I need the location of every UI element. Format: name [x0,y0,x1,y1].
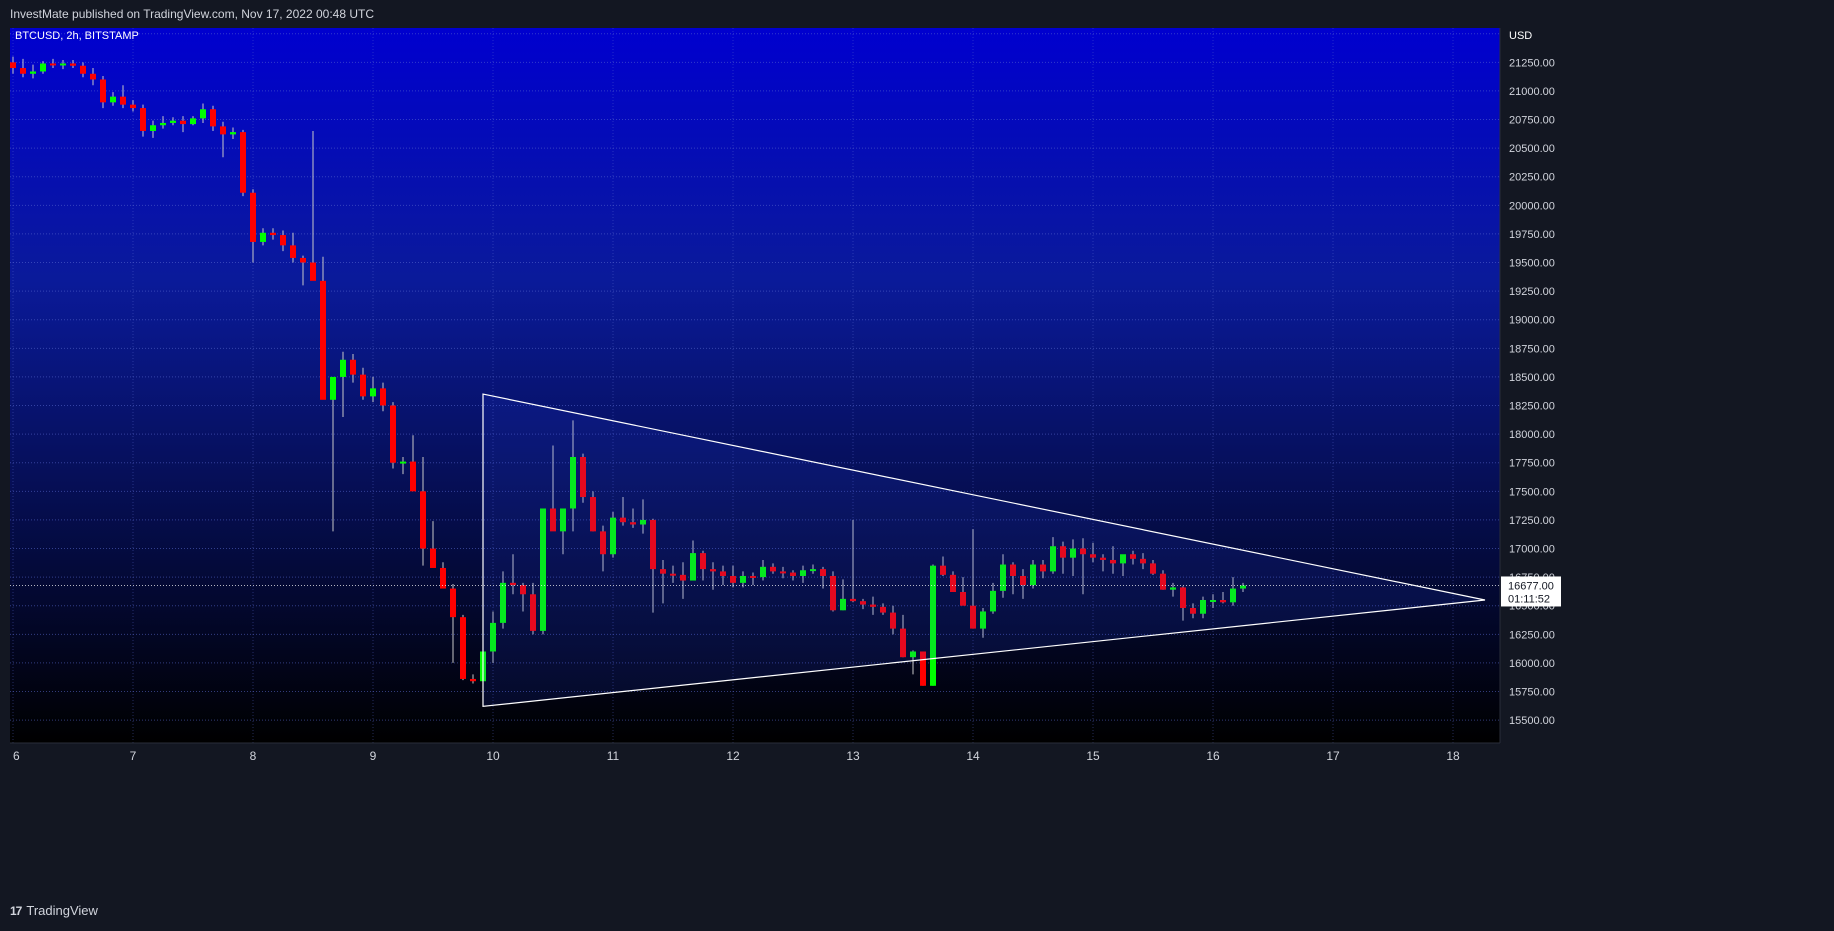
price-tick-label: 19250.00 [1509,286,1555,298]
price-tick-label: 17000.00 [1509,544,1555,556]
time-tick-label: 6 [13,749,20,763]
price-tick-label: 16250.00 [1509,629,1555,641]
chart-area[interactable]: USD 15500.00 15750.00 16000.00 16250.00 16500… [10,28,1824,896]
candle-down [470,678,476,682]
candle-down [280,235,286,246]
candle-up [170,120,176,123]
bar-countdown: 01:11:52 [1508,593,1550,605]
candle-down [360,374,366,397]
candle-down [50,63,56,66]
candle-down [350,359,356,375]
publish-header: InvestMate published on TradingView.com,… [0,0,1834,28]
candle-down [220,126,226,135]
candle-down [270,232,276,236]
candle-down [140,108,146,131]
time-tick-label: 11 [607,749,620,763]
candle-down [130,104,136,109]
candle-down [300,257,306,263]
candle-down [210,109,216,127]
price-tick-label: 17750.00 [1509,458,1555,470]
price-tick-label: 17500.00 [1509,486,1555,498]
published-info: InvestMate published on TradingView.com,… [10,7,374,21]
candle-up [160,122,166,126]
candle-up [190,118,196,125]
price-tick-label: 16000.00 [1509,658,1555,670]
candle-down [120,96,126,105]
candle-up [30,71,36,74]
price-tick-label: 20750.00 [1509,115,1555,127]
candle-down [460,617,466,679]
candle-up [340,359,346,377]
time-axis-background [10,743,1500,896]
price-tick-label: 20000.00 [1509,200,1555,212]
candle-down [100,79,106,103]
candle-up [150,125,156,131]
time-tick-label: 12 [726,749,740,763]
price-tick-label: 21250.00 [1509,57,1555,69]
price-tick-label: 18500.00 [1509,372,1555,384]
candle-down [420,491,426,549]
candle-up [60,63,66,66]
candle-up [40,63,46,72]
candle-up [260,232,266,242]
candle-up [400,461,406,464]
time-tick-label: 16 [1206,749,1220,763]
candle-down [180,120,186,125]
candle-down [90,73,96,80]
price-tick-label: 18250.00 [1509,401,1555,413]
tradingview-logo[interactable]: 17 TradingView [10,903,98,918]
price-tick-label: 18000.00 [1509,429,1555,441]
candle-down [250,192,256,242]
time-tick-label: 10 [486,749,500,763]
price-tick-label: 17250.00 [1509,515,1555,527]
time-tick-label: 15 [1086,749,1100,763]
price-tick-label: 19750.00 [1509,229,1555,241]
candle-up [370,388,376,397]
candle-down [380,388,386,406]
candle-down [430,548,436,568]
candle-down [290,245,296,258]
candle-down [240,132,246,193]
candle-down [10,62,16,69]
candle-up [200,109,206,119]
candle-down [450,588,456,618]
footer-bar: 17 TradingView [0,896,1834,931]
price-tick-label: 18750.00 [1509,343,1555,355]
price-tick-label: 20500.00 [1509,143,1555,155]
candlestick-chart[interactable]: USD15500.0015750.0016000.0016250.0016500… [10,28,1824,896]
price-tick-label: 15500.00 [1509,715,1555,727]
symbol-label: BTCUSD, 2h, BITSTAMP [15,30,139,42]
candle-down [20,68,26,74]
candle-down [410,461,416,492]
candle-down [70,63,76,66]
time-tick-label: 18 [1446,749,1460,763]
candle-up [330,376,336,400]
price-tick-label: 19500.00 [1509,258,1555,270]
price-tick-label: 15750.00 [1509,687,1555,699]
time-tick-label: 13 [846,749,860,763]
price-tick-label: 20250.00 [1509,172,1555,184]
candle-down [80,65,86,74]
price-tick-label: 19000.00 [1509,315,1555,327]
candle-up [230,132,236,135]
time-tick-label: 17 [1326,749,1340,763]
candle-down [390,405,396,463]
currency-label: USD [1509,30,1532,42]
candle-down [310,262,316,281]
candle-down [320,280,326,400]
candle-up [110,96,116,103]
time-tick-label: 9 [370,749,377,763]
time-tick-label: 14 [966,749,980,763]
time-tick-label: 7 [130,749,137,763]
tradingview-mark-icon: 17 [10,903,22,918]
time-tick-label: 8 [250,749,257,763]
price-tick-label: 21000.00 [1509,86,1555,98]
tradingview-brand-text: TradingView [26,903,98,918]
last-price-value: 16677.00 [1508,580,1554,592]
